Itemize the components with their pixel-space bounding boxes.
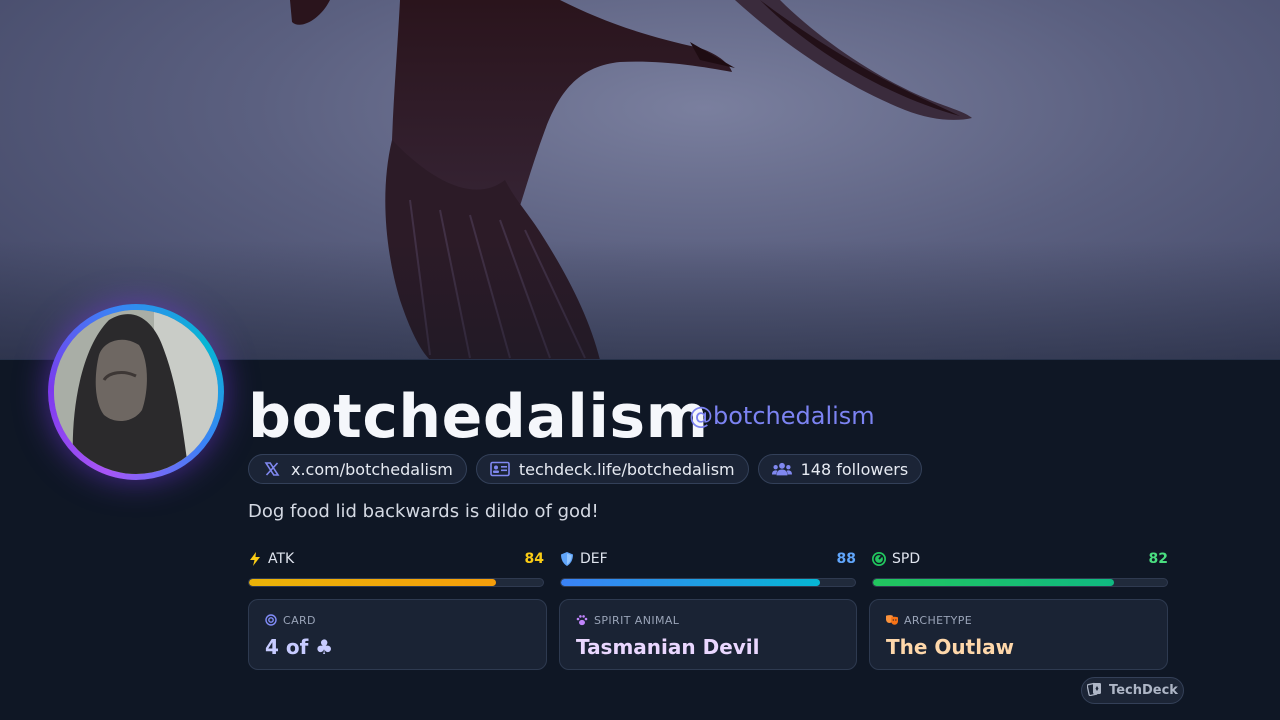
stat-value: 88: [836, 551, 856, 567]
id-card-icon: [490, 459, 510, 479]
brand-label: TechDeck: [1109, 683, 1178, 698]
avatar[interactable]: [54, 310, 218, 474]
stat-bar: [248, 578, 544, 587]
lightning-icon: [248, 552, 262, 566]
x-link-pill[interactable]: x.com/botchedalism: [248, 454, 467, 484]
techdeck-badge[interactable]: TechDeck: [1081, 677, 1184, 704]
stat-bar: [872, 578, 1168, 587]
avatar-ring: [48, 304, 224, 480]
users-icon: [771, 459, 792, 479]
shield-icon: [560, 552, 574, 566]
speedometer-icon: [872, 552, 886, 566]
card-card: CARD 4 of ♣: [248, 599, 547, 670]
spirit-animal-value: Tasmanian Devil: [576, 635, 760, 659]
stat-value: 82: [1148, 551, 1168, 567]
techdeck-link-label: techdeck.life/botchedalism: [518, 459, 735, 479]
stat-spd: SPD 82: [872, 550, 1168, 587]
x-logo-icon: [262, 459, 282, 479]
techdeck-link-pill[interactable]: techdeck.life/botchedalism: [475, 454, 749, 484]
followers-pill[interactable]: 148 followers: [757, 454, 923, 484]
target-icon: [265, 614, 277, 626]
stat-bar-fill: [873, 579, 1115, 586]
profile-bio: Dog food lid backwards is dildo of god!: [248, 501, 599, 522]
x-link-label: x.com/botchedalism: [291, 459, 453, 479]
archetype-label: ARCHETYPE: [904, 613, 973, 627]
followers-label: 148 followers: [800, 459, 909, 479]
card-value: 4 of ♣: [265, 635, 334, 659]
profile-banner: [0, 0, 1280, 360]
avatar-photo: [54, 310, 218, 474]
profile-links: x.com/botchedalism techdeck.life/botched…: [248, 454, 923, 484]
paw-icon: [576, 614, 588, 626]
stat-atk: ATK 84: [248, 550, 544, 587]
cards-icon: [1086, 682, 1103, 700]
stat-bar: [560, 578, 856, 587]
stat-label: ATK: [268, 551, 295, 567]
archetype-value: The Outlaw: [886, 635, 1015, 659]
masks-icon: [886, 614, 898, 626]
stat-value: 84: [524, 551, 544, 567]
stat-bar-fill: [249, 579, 496, 586]
stat-def: DEF 88: [560, 550, 856, 587]
card-label: CARD: [283, 613, 316, 627]
profile-handle[interactable]: @botchedalism: [689, 400, 875, 432]
stat-bar-fill: [561, 579, 820, 586]
spirit-animal-card: SPIRIT ANIMAL Tasmanian Devil: [559, 599, 857, 670]
stat-label: DEF: [580, 551, 608, 567]
archetype-card: ARCHETYPE The Outlaw: [869, 599, 1168, 670]
profile-name: botchedalism: [248, 382, 709, 452]
stat-label: SPD: [892, 551, 921, 567]
spirit-animal-label: SPIRIT ANIMAL: [594, 613, 680, 627]
